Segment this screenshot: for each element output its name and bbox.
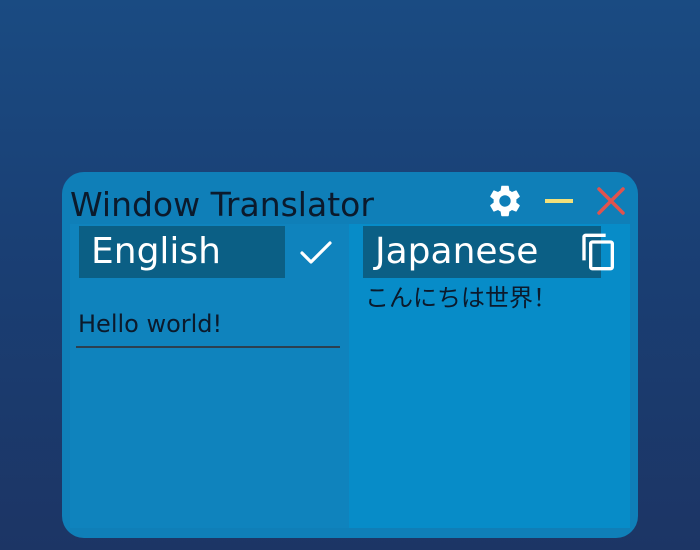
minimize-button[interactable] [540, 182, 578, 220]
title-bar[interactable]: Window Translator [62, 172, 638, 224]
window-title: Window Translator [70, 185, 374, 224]
source-text-input[interactable] [76, 304, 340, 348]
copy-button[interactable] [579, 232, 619, 272]
source-language-label: English [91, 231, 221, 272]
gear-icon [490, 185, 520, 217]
target-panel: Japanese こんにちは世界！ [349, 224, 630, 528]
target-language-label: Japanese [375, 231, 539, 272]
source-language-selector[interactable]: English [79, 226, 285, 278]
translated-text: こんにちは世界！ [365, 284, 557, 312]
settings-button[interactable] [486, 182, 524, 220]
source-panel: English [70, 224, 349, 528]
translate-confirm-button[interactable] [296, 232, 336, 272]
target-language-selector[interactable]: Japanese [363, 226, 601, 278]
close-button[interactable] [592, 182, 630, 220]
copy-icon [582, 233, 614, 271]
checkmark-icon [300, 241, 332, 264]
close-icon [597, 187, 625, 215]
minimize-icon [545, 199, 573, 203]
translator-window: Window Translator English Hello world! J… [62, 172, 638, 538]
